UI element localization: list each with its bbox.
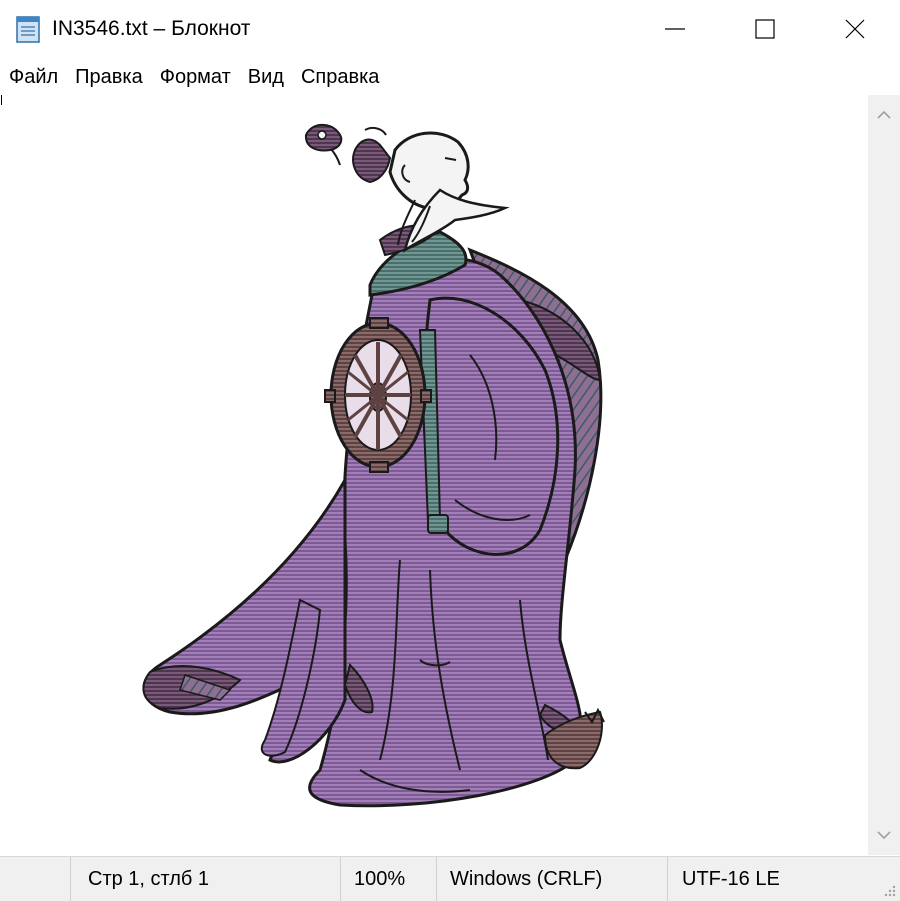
menu-format[interactable]: Формат bbox=[151, 64, 239, 90]
maximize-button[interactable] bbox=[720, 0, 810, 58]
close-button[interactable] bbox=[810, 0, 900, 58]
status-separator bbox=[436, 857, 437, 901]
window-title: IN3546.txt – Блокнот bbox=[52, 17, 251, 40]
menu-edit[interactable]: Правка bbox=[66, 64, 151, 90]
line-endings: Windows (CRLF) bbox=[450, 867, 603, 890]
status-separator bbox=[340, 857, 341, 901]
title-bar[interactable]: IN3546.txt – Блокнот bbox=[0, 0, 900, 58]
menu-bar: Файл Правка Формат Вид Справка bbox=[0, 60, 900, 94]
menu-file[interactable]: Файл bbox=[0, 64, 66, 90]
encoding: UTF-16 LE bbox=[682, 867, 780, 890]
menu-help[interactable]: Справка bbox=[292, 64, 387, 90]
chevron-down-icon bbox=[877, 831, 891, 840]
resize-grip-icon[interactable] bbox=[882, 883, 896, 897]
menu-view[interactable]: Вид bbox=[239, 64, 292, 90]
minimize-button[interactable] bbox=[630, 0, 720, 58]
status-bar: Стр 1, стлб 1 100% Windows (CRLF) UTF-16… bbox=[0, 856, 900, 901]
sage-figure-art bbox=[142, 123, 605, 808]
maximize-icon bbox=[755, 19, 775, 39]
scroll-down-button[interactable] bbox=[868, 815, 900, 855]
status-separator bbox=[667, 857, 668, 901]
close-icon bbox=[845, 19, 865, 39]
notepad-icon bbox=[16, 16, 40, 43]
cursor-position: Стр 1, стлб 1 bbox=[88, 867, 210, 890]
vertical-scrollbar[interactable] bbox=[868, 95, 900, 855]
zoom-level: 100% bbox=[354, 867, 406, 890]
status-separator bbox=[70, 857, 71, 901]
minimize-icon bbox=[665, 28, 685, 30]
text-editor-area[interactable] bbox=[0, 95, 868, 855]
chevron-up-icon bbox=[877, 110, 891, 119]
scroll-up-button[interactable] bbox=[868, 95, 900, 135]
